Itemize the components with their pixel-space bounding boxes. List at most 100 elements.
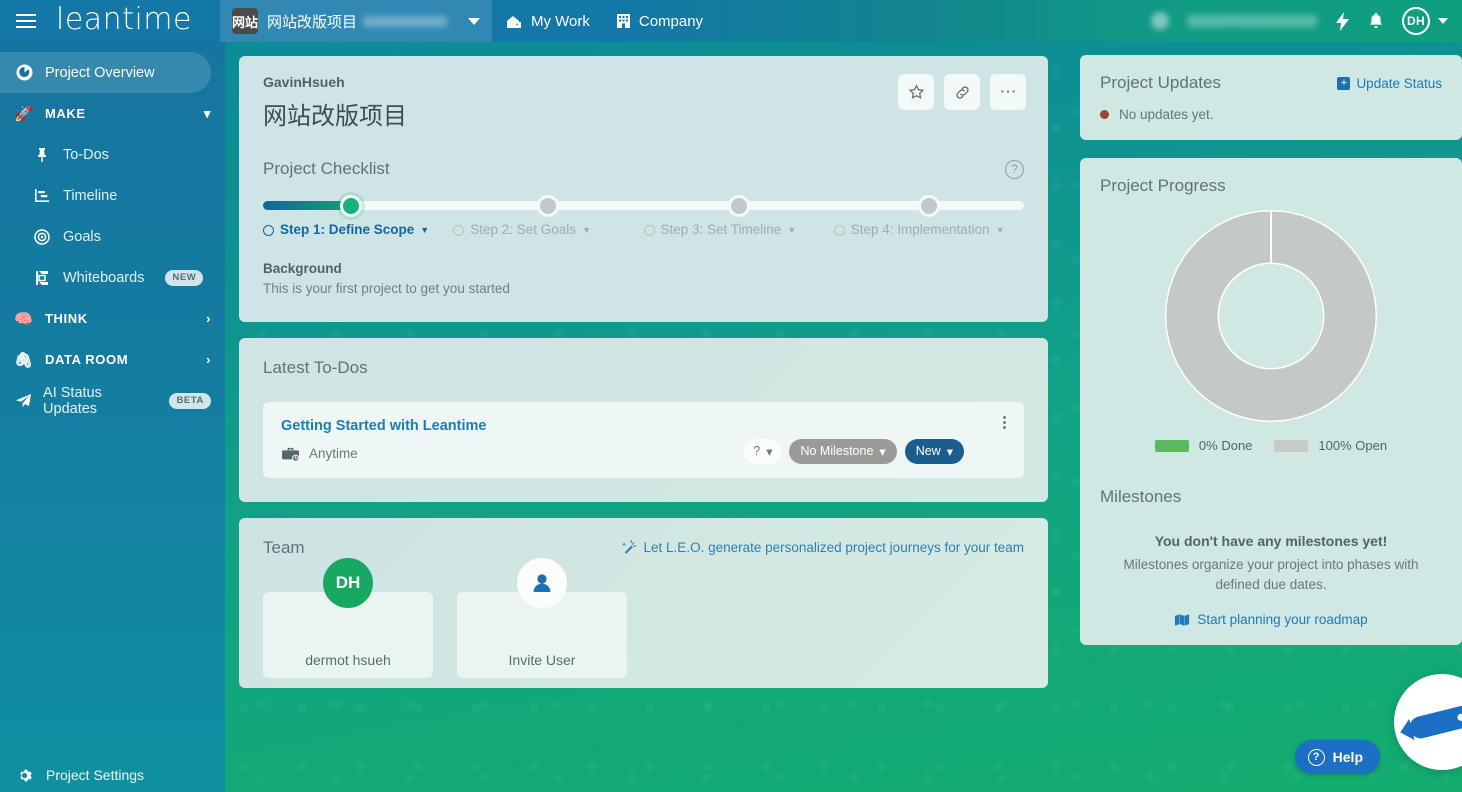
target-icon <box>32 228 52 245</box>
step-dot-3[interactable] <box>727 194 750 217</box>
project-header-actions: ⋯ <box>898 74 1026 110</box>
background-text: This is your first project to get you st… <box>263 280 510 296</box>
gear-icon <box>14 768 34 783</box>
sidebar-group-label: DATA ROOM <box>45 352 129 367</box>
project-progress-card: Project Progress 0% Done 100% Open Miles… <box>1080 158 1462 646</box>
todo-priority-dropdown[interactable]: ? ▾ <box>744 438 782 464</box>
checklist-step-labels: Step 1: Define Scope ▼ Step 2: Set Goals… <box>263 222 1024 239</box>
app-logo[interactable]: leantime <box>56 2 192 37</box>
todo-milestone-dropdown[interactable]: No Milestone ▾ <box>789 438 897 464</box>
checklist-step-label: Step 1: Define Scope <box>280 222 415 237</box>
redacted-avatar <box>1151 12 1169 30</box>
sidebar-group-label: MAKE <box>45 106 86 121</box>
ellipsis-icon: ⋯ <box>999 82 1017 101</box>
todo-title[interactable]: Getting Started with Leantime <box>281 418 1006 434</box>
leo-link-label: Let L.E.O. generate personalized project… <box>643 540 1024 556</box>
chevron-down-icon[interactable]: ▼ <box>582 225 591 236</box>
chevron-down-icon[interactable]: ▼ <box>996 225 1005 236</box>
paper-plane-icon <box>14 393 32 408</box>
whiteboard-icon <box>32 270 52 286</box>
building-icon <box>616 14 630 28</box>
step-radio-icon <box>263 225 274 236</box>
checklist-step-1[interactable]: Step 1: Define Scope ▼ <box>263 222 453 239</box>
team-member-card[interactable]: DH dermot hsueh <box>263 557 433 678</box>
project-checklist-title: Project Checklist <box>263 159 390 178</box>
rocket-icon: 🚀 <box>14 105 34 123</box>
step-dot-1[interactable] <box>339 194 362 217</box>
nav-company-label: Company <box>638 12 704 30</box>
favorite-button[interactable] <box>898 74 934 110</box>
checklist-step-4[interactable]: Step 4: Implementation ▼ <box>833 222 1024 239</box>
nav-my-work-label: My Work <box>530 12 590 30</box>
update-status-button[interactable]: + Update Status <box>1337 76 1442 91</box>
todo-status-dropdown[interactable]: New ▾ <box>904 438 964 464</box>
sidebar-group-make[interactable]: 🚀 MAKE ▾ <box>0 93 225 134</box>
sidebar-item-project-overview[interactable]: Project Overview <box>0 52 211 93</box>
team-title: Team <box>263 537 305 557</box>
question-mark-icon[interactable]: ? <box>1005 159 1024 179</box>
project-selector[interactable]: 网站 网站改版项目 <box>219 0 492 42</box>
avatar: DH <box>323 557 373 608</box>
legend-label-open: 100% Open <box>1318 438 1388 453</box>
sidebar-item-label: To-Dos <box>63 146 109 163</box>
hamburger-menu-icon[interactable] <box>0 0 52 42</box>
team-card: Team Let L.E.O. generate personalized pr… <box>239 517 1048 688</box>
sidebar-item-label: Project Overview <box>45 64 155 81</box>
sidebar-item-timeline[interactable]: Timeline <box>0 175 225 216</box>
progress-legend: 0% Done 100% Open <box>1100 438 1442 453</box>
home-work-icon <box>506 15 521 28</box>
chevron-down-icon[interactable] <box>467 17 480 25</box>
sidebar-badge-new: NEW <box>165 269 204 286</box>
sidebar-group-think[interactable]: 🧠 THINK › <box>0 298 225 339</box>
checklist-step-3[interactable]: Step 3: Set Timeline ▼ <box>643 222 834 239</box>
sidebar-item-label: Whiteboards <box>63 269 145 286</box>
list-item[interactable]: Getting Started with Leantime Anytime ? … <box>263 401 1024 478</box>
user-menu-chevron-down-icon[interactable] <box>1438 18 1448 24</box>
link-icon <box>955 85 969 99</box>
todo-priority-label: ? <box>753 444 761 459</box>
progress-track <box>263 194 1024 217</box>
chevron-down-icon[interactable]: ▼ <box>420 225 429 236</box>
todo-status-label: New <box>915 444 941 459</box>
nav-my-work[interactable]: My Work <box>506 13 590 30</box>
sidebar-item-project-settings[interactable]: Project Settings <box>0 758 225 792</box>
sidebar-item-whiteboards[interactable]: Whiteboards NEW <box>0 257 225 298</box>
chevron-right-icon[interactable]: › <box>206 311 211 326</box>
invite-user-card[interactable]: Invite User <box>457 557 627 678</box>
start-roadmap-link[interactable]: Start planning your roadmap <box>1100 612 1442 627</box>
project-progress-title: Project Progress <box>1100 176 1226 195</box>
checklist-step-2[interactable]: Step 2: Set Goals ▼ <box>453 222 643 239</box>
step-dot-4[interactable] <box>917 194 940 217</box>
legend-label-done: 0% Done <box>1198 438 1253 453</box>
sidebar-item-goals[interactable]: Goals <box>0 216 225 257</box>
sidebar-item-ai-status-updates[interactable]: AI Status Updates BETA <box>0 380 225 421</box>
legend-swatch-open <box>1274 439 1309 452</box>
top-navigation-bar: leantime 网站 网站改版项目 My Work Company DH <box>0 0 1462 42</box>
team-members: DH dermot hsueh Invite User <box>263 557 1024 678</box>
map-icon <box>1175 613 1190 626</box>
brain-icon: 🧠 <box>14 310 34 328</box>
team-header: Team Let L.E.O. generate personalized pr… <box>263 538 1024 558</box>
copy-link-button[interactable] <box>944 74 980 110</box>
milestones-title: Milestones <box>1100 487 1182 506</box>
project-checklist-header: Project Checklist ? <box>239 131 1048 179</box>
lightning-bolt-icon[interactable] <box>1335 11 1350 31</box>
top-bar-right-tools: DH <box>1151 7 1462 35</box>
checklist-step-label: Step 3: Set Timeline <box>660 222 782 237</box>
chevron-right-icon[interactable]: › <box>206 352 211 367</box>
leo-generate-journeys-link[interactable]: Let L.E.O. generate personalized project… <box>621 540 1024 556</box>
todo-controls: ? ▾ No Milestone ▾ New ▾ <box>744 438 964 464</box>
user-avatar[interactable]: DH <box>1402 7 1430 35</box>
bell-icon[interactable] <box>1368 12 1384 30</box>
sidebar-group-data-room[interactable]: 🖇 DATA ROOM › <box>0 339 225 380</box>
nav-company[interactable]: Company <box>616 13 703 30</box>
kebab-menu-icon[interactable] <box>1003 415 1006 429</box>
sidebar-item-to-dos[interactable]: To-Dos <box>0 134 225 175</box>
step-dot-2[interactable] <box>537 194 560 217</box>
chevron-down-icon[interactable]: ▾ <box>204 106 211 122</box>
project-updates-empty: No updates yet. <box>1100 107 1442 122</box>
more-options-button[interactable]: ⋯ <box>990 74 1026 110</box>
project-selector-label: 网站改版项目 <box>266 13 357 31</box>
help-button[interactable]: ? Help <box>1294 740 1380 774</box>
chevron-down-icon[interactable]: ▼ <box>787 225 796 236</box>
